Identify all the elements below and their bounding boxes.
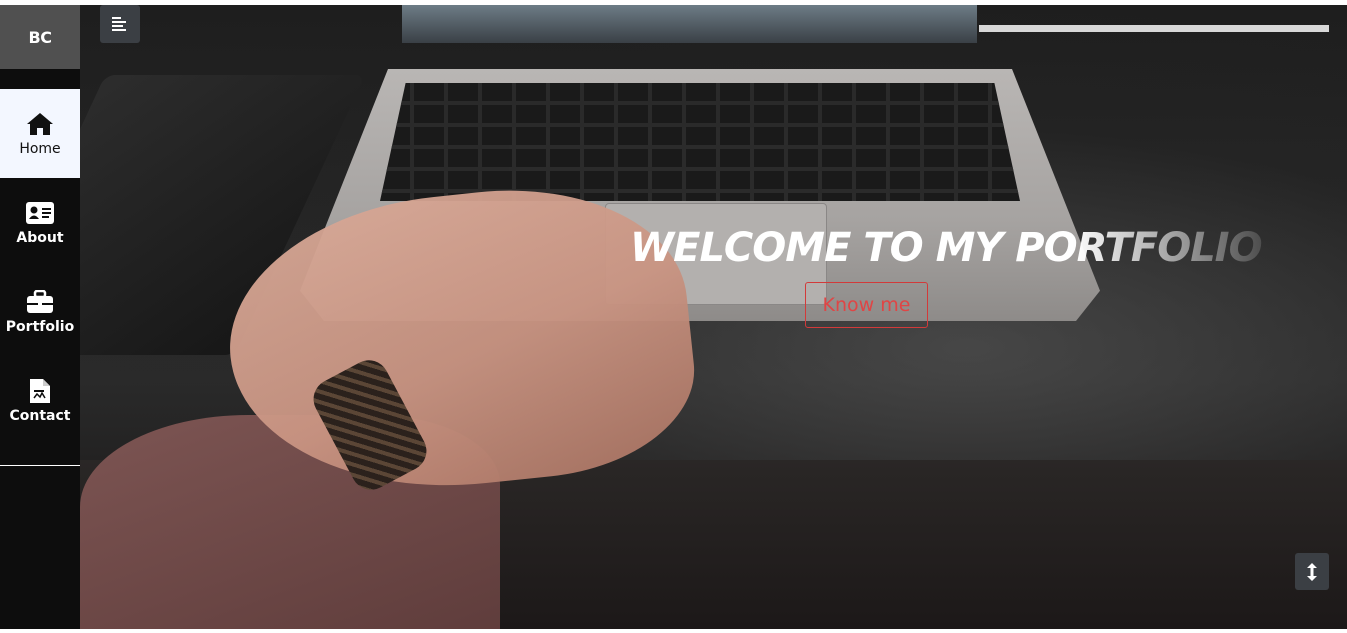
brand-logo[interactable]: BC [0, 5, 80, 69]
laptop-screen [402, 5, 977, 43]
page: WELCOME TO MY PORTFOLIO Know me BC Home [0, 0, 1347, 633]
laptop-keys [380, 83, 1020, 201]
sidebar-item-contact[interactable]: Contact [0, 356, 80, 445]
scroll-progress-bar [979, 25, 1329, 32]
document-icon [26, 378, 54, 404]
scroll-toggle-button[interactable] [1295, 553, 1329, 590]
menu-toggle-button[interactable] [100, 5, 140, 43]
hero-section: WELCOME TO MY PORTFOLIO Know me [80, 5, 1347, 629]
sidebar-divider [0, 465, 80, 466]
scroll-arrows-icon [1307, 562, 1317, 581]
sidebar-nav: Home About Portfolio Contact [0, 89, 80, 445]
hero-headline: WELCOME TO MY PORTFOLIO [630, 225, 1263, 271]
sidebar-item-label: Home [19, 140, 61, 157]
id-card-icon [26, 200, 54, 226]
know-me-button[interactable]: Know me [805, 282, 928, 328]
sidebar-item-about[interactable]: About [0, 178, 80, 267]
bottom-border [0, 629, 1347, 633]
home-icon [26, 111, 54, 137]
sidebar-item-label: Contact [9, 407, 71, 424]
briefcase-icon [26, 289, 54, 315]
sidebar-item-label: Portfolio [5, 318, 75, 335]
sidebar-item-home[interactable]: Home [0, 89, 80, 178]
menu-icon [112, 17, 126, 31]
sidebar-item-portfolio[interactable]: Portfolio [0, 267, 80, 356]
sidebar-item-label: About [16, 229, 64, 246]
sidebar: BC Home About Portfolio Contact [0, 5, 80, 629]
